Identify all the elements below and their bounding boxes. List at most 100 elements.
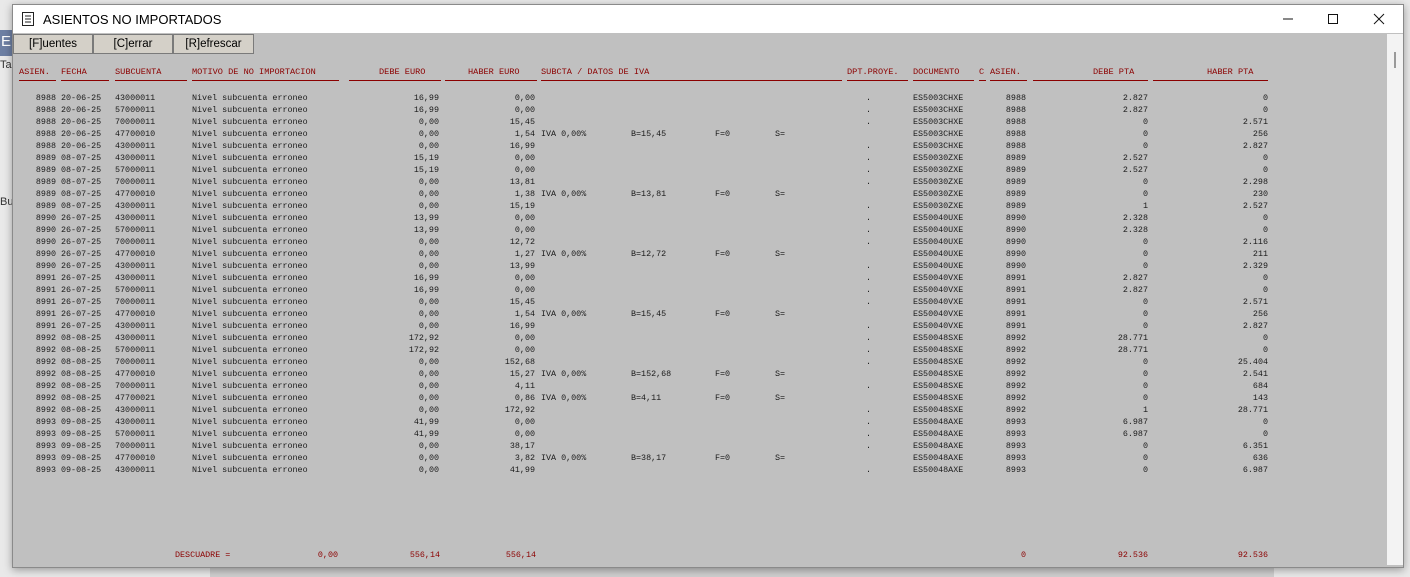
cell-dpt: . bbox=[866, 225, 872, 235]
cell-debe-euro: 0,00 bbox=[418, 249, 439, 259]
cell-documento: ES50040VXE bbox=[913, 321, 964, 331]
cell-haber-euro: 1,54 bbox=[514, 309, 535, 319]
close-button[interactable] bbox=[1356, 5, 1402, 33]
cell-haber-euro: 15,45 bbox=[509, 297, 535, 307]
cell-documento: ES50030ZXE bbox=[913, 177, 964, 187]
cell-subcuenta: 43000011 bbox=[115, 417, 156, 427]
cell-subcuenta: 70000011 bbox=[115, 237, 156, 247]
cell-subcuenta: 47700010 bbox=[115, 309, 156, 319]
cell-asien: 8991 bbox=[35, 321, 56, 331]
cell-haber-euro: 1,54 bbox=[514, 129, 535, 139]
cell-motivo: Nivel subcuenta erroneo bbox=[192, 105, 308, 115]
cell-debe-pta: 1 bbox=[1142, 201, 1148, 211]
header-dpt-proye: DPT.PROYE. bbox=[847, 67, 899, 77]
cell-haber-pta: 2.527 bbox=[1242, 201, 1268, 211]
scrollbar-thumb[interactable] bbox=[1394, 52, 1396, 68]
cell-haber-euro: 0,00 bbox=[514, 345, 535, 355]
cell-debe-euro: 0,00 bbox=[418, 453, 439, 463]
cell-documento: ES50040VXE bbox=[913, 309, 964, 319]
table-row: 8992 08-08-25 43000011 Nivel subcuenta erro… bbox=[16, 333, 1386, 345]
cell-motivo: Nivel subcuenta erroneo bbox=[192, 225, 308, 235]
cell-asien: 8991 bbox=[35, 285, 56, 295]
cell-debe-pta: 0 bbox=[1142, 117, 1148, 127]
cell-asien: 8989 bbox=[35, 165, 56, 175]
cell-asien: 8992 bbox=[35, 405, 56, 415]
cell-fecha: 09-08-25 bbox=[61, 417, 102, 427]
header-underline bbox=[541, 80, 842, 81]
cell-haber-pta: 0 bbox=[1262, 153, 1268, 163]
cell-haber-pta: 0 bbox=[1262, 105, 1268, 115]
cell-debe-euro: 0,00 bbox=[418, 261, 439, 271]
cell-haber-pta: 6.987 bbox=[1242, 465, 1268, 475]
cell-s: S= bbox=[775, 129, 786, 139]
cell-dpt: . bbox=[866, 201, 872, 211]
cell-f: F=0 bbox=[715, 129, 731, 139]
table-row: 8992 08-08-25 47700010 Nivel subcuenta erro… bbox=[16, 369, 1386, 381]
header-fecha: FECHA bbox=[61, 67, 87, 77]
cell-asien: 8989 bbox=[35, 189, 56, 199]
cell-dpt: . bbox=[866, 261, 872, 271]
background-app-tab-label: Ta bbox=[0, 59, 12, 71]
fuentes-button[interactable]: [F]uentes bbox=[13, 34, 93, 54]
cell-haber-euro: 15,27 bbox=[509, 369, 535, 379]
cell-motivo: Nivel subcuenta erroneo bbox=[192, 261, 308, 271]
cell-haber-euro: 0,00 bbox=[514, 225, 535, 235]
cell-documento: ES50048AXE bbox=[913, 441, 964, 451]
vertical-scrollbar[interactable] bbox=[1387, 34, 1403, 565]
cell-haber-euro: 0,00 bbox=[514, 273, 535, 283]
cell-fecha: 20-06-25 bbox=[61, 93, 102, 103]
cell-haber-euro: 0,00 bbox=[514, 213, 535, 223]
cell-asien-2: 8993 bbox=[1005, 429, 1026, 439]
cell-f: F=0 bbox=[715, 249, 731, 259]
cell-dpt: . bbox=[866, 381, 872, 391]
refrescar-button[interactable]: [R]efrescar bbox=[173, 34, 254, 54]
cell-debe-euro: 0,00 bbox=[418, 129, 439, 139]
cell-subcuenta: 43000011 bbox=[115, 93, 156, 103]
cell-haber-euro: 41,99 bbox=[509, 465, 535, 475]
cell-debe-pta: 0 bbox=[1142, 129, 1148, 139]
cell-debe-euro: 0,00 bbox=[418, 189, 439, 199]
cell-documento: ES50040UXE bbox=[913, 261, 964, 271]
cell-motivo: Nivel subcuenta erroneo bbox=[192, 153, 308, 163]
cell-dpt: . bbox=[866, 285, 872, 295]
cell-asien-2: 8989 bbox=[1005, 201, 1026, 211]
maximize-button[interactable] bbox=[1310, 5, 1356, 33]
cell-debe-euro: 172,92 bbox=[408, 345, 439, 355]
cell-documento: ES50040VXE bbox=[913, 285, 964, 295]
cell-subcuenta: 43000011 bbox=[115, 273, 156, 283]
cell-motivo: Nivel subcuenta erroneo bbox=[192, 201, 308, 211]
cell-fecha: 08-07-25 bbox=[61, 165, 102, 175]
cell-debe-pta: 0 bbox=[1142, 393, 1148, 403]
cell-motivo: Nivel subcuenta erroneo bbox=[192, 273, 308, 283]
cell-dpt: . bbox=[866, 141, 872, 151]
header-underline bbox=[847, 80, 908, 81]
cell-asien-2: 8992 bbox=[1005, 405, 1026, 415]
minimize-button[interactable] bbox=[1265, 5, 1311, 33]
cell-debe-euro: 0,00 bbox=[418, 393, 439, 403]
header-underline bbox=[349, 80, 441, 81]
cell-haber-euro: 0,00 bbox=[514, 285, 535, 295]
cell-asien: 8988 bbox=[35, 105, 56, 115]
cell-asien-2: 8992 bbox=[1005, 333, 1026, 343]
title-bar[interactable]: ASIENTOS NO IMPORTADOS bbox=[13, 5, 1403, 33]
table-row: 8992 08-08-25 47700021 Nivel subcuenta erro… bbox=[16, 393, 1386, 405]
cell-base: B=15,45 bbox=[631, 129, 667, 139]
cell-asien: 8991 bbox=[35, 309, 56, 319]
cell-fecha: 09-08-25 bbox=[61, 465, 102, 475]
cell-documento: ES50048SXE bbox=[913, 369, 964, 379]
cell-debe-euro: 0,00 bbox=[418, 321, 439, 331]
cell-asien: 8990 bbox=[35, 237, 56, 247]
header-underline bbox=[61, 80, 109, 81]
table-row: 8988 20-06-25 47700010 Nivel subcuenta erro… bbox=[16, 129, 1386, 141]
cell-debe-euro: 41,99 bbox=[413, 429, 439, 439]
cell-fecha: 26-07-25 bbox=[61, 261, 102, 271]
cell-fecha: 09-08-25 bbox=[61, 429, 102, 439]
cell-documento: ES50040UXE bbox=[913, 213, 964, 223]
cell-subcuenta: 43000011 bbox=[115, 201, 156, 211]
cell-fecha: 08-07-25 bbox=[61, 153, 102, 163]
cerrar-button[interactable]: [C]errar bbox=[93, 34, 173, 54]
cell-documento: ES50030ZXE bbox=[913, 165, 964, 175]
cell-subcuenta: 43000011 bbox=[115, 333, 156, 343]
window-title: ASIENTOS NO IMPORTADOS bbox=[43, 11, 222, 27]
cell-debe-euro: 15,19 bbox=[413, 153, 439, 163]
